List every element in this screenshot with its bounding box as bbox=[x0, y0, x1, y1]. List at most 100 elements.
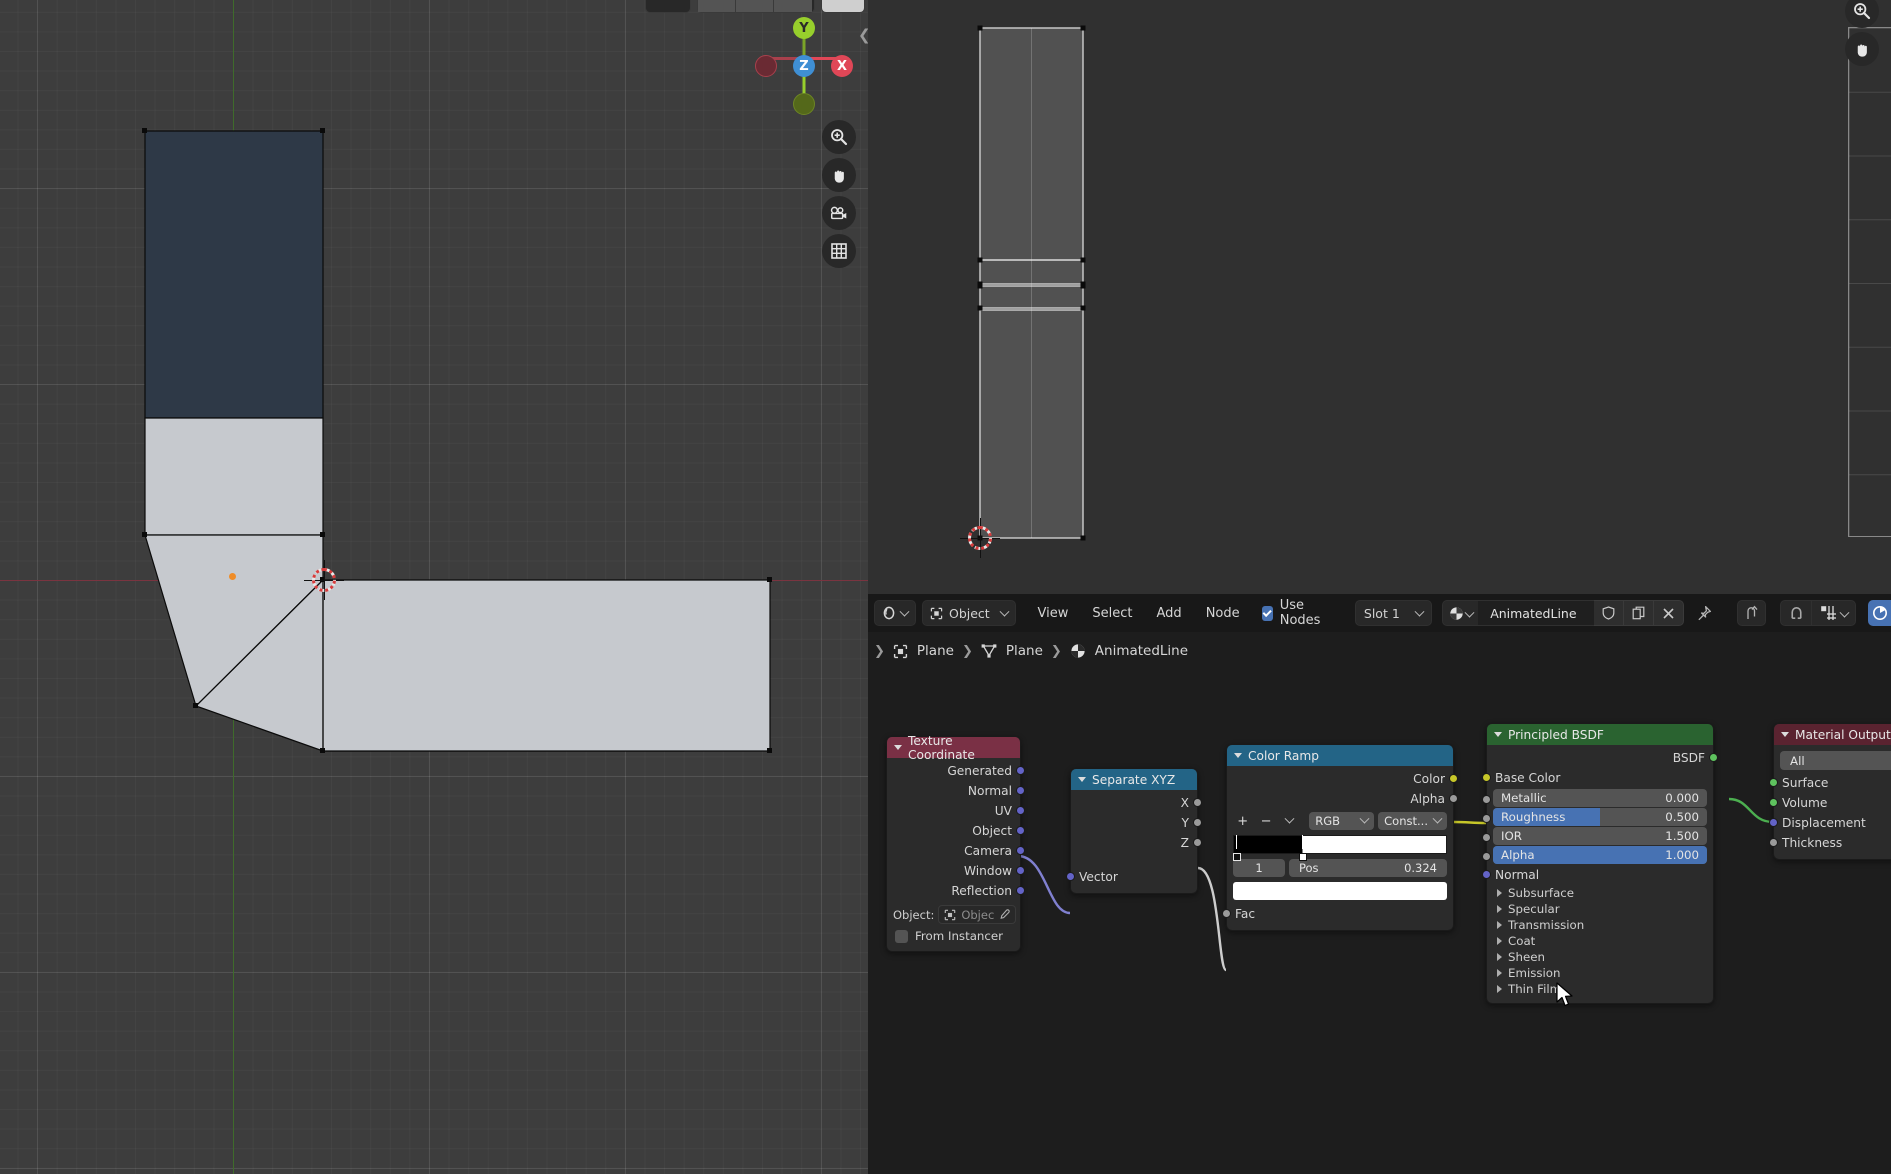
add-stop-button[interactable]: + bbox=[1233, 812, 1252, 830]
panel-subsurface[interactable]: Subsurface bbox=[1487, 885, 1713, 901]
socket-roughness[interactable] bbox=[1482, 814, 1491, 823]
toggle-perspective-ortho-icon[interactable] bbox=[822, 234, 856, 268]
snap-toggle-button[interactable] bbox=[1780, 600, 1813, 626]
node-material-output[interactable]: Material Output All Surface Volume Displ… bbox=[1769, 723, 1891, 860]
socket-z[interactable] bbox=[1193, 838, 1202, 847]
node-header-material-output[interactable]: Material Output bbox=[1774, 724, 1891, 745]
socket-row-base-color[interactable]: Base Color bbox=[1482, 768, 1713, 788]
color-ramp-gradient[interactable] bbox=[1233, 835, 1447, 861]
socket-color[interactable] bbox=[1449, 774, 1458, 783]
collapse-triangle-icon[interactable] bbox=[1234, 753, 1242, 758]
node-header-principled-bsdf[interactable]: Principled BSDF bbox=[1487, 724, 1713, 745]
socket-row-window[interactable]: Window bbox=[887, 861, 1025, 881]
socket-row-uv[interactable]: UV bbox=[887, 801, 1025, 821]
gizmo-axis-negative-y[interactable] bbox=[793, 93, 815, 115]
socket-normal[interactable] bbox=[1016, 786, 1025, 795]
socket-reflection[interactable] bbox=[1016, 886, 1025, 895]
node-texture-coordinate[interactable]: Texture Coordinate Generated Normal UV O… bbox=[886, 734, 1025, 952]
menu-add[interactable]: Add bbox=[1145, 600, 1194, 626]
unlink-material-button[interactable] bbox=[1654, 600, 1685, 626]
breadcrumb-item-material[interactable]: AnimatedLine bbox=[1070, 643, 1188, 659]
zoom-region-icon[interactable] bbox=[822, 120, 856, 154]
socket-x[interactable] bbox=[1193, 798, 1202, 807]
node-graph-canvas[interactable]: Texture Coordinate Generated Normal UV O… bbox=[868, 670, 1891, 1174]
ramp-stop-0[interactable] bbox=[1233, 835, 1241, 861]
breadcrumb-collapse-icon[interactable]: ❯ bbox=[874, 644, 885, 659]
object-picker-field[interactable]: Objec bbox=[938, 905, 1017, 924]
snap-target-button[interactable] bbox=[1812, 600, 1857, 626]
socket-row-object[interactable]: Object bbox=[887, 821, 1025, 841]
menu-select[interactable]: Select bbox=[1080, 600, 1144, 626]
socket-row-generated[interactable]: Generated bbox=[887, 761, 1025, 781]
socket-ior[interactable] bbox=[1482, 833, 1491, 842]
breadcrumb-item-mesh[interactable]: Plane bbox=[981, 643, 1043, 659]
ramp-stop-index[interactable]: 1 bbox=[1233, 859, 1285, 877]
socket-surface[interactable] bbox=[1769, 778, 1778, 787]
socket-camera[interactable] bbox=[1016, 846, 1025, 855]
gizmo-axis-y[interactable]: Y bbox=[793, 17, 815, 39]
socket-row-camera[interactable]: Camera bbox=[887, 841, 1025, 861]
panel-emission[interactable]: Emission bbox=[1487, 965, 1713, 981]
shader-type-selector[interactable]: Object bbox=[922, 600, 1016, 626]
menu-view[interactable]: View bbox=[1026, 600, 1081, 626]
ramp-stop-position[interactable]: Pos 0.324 bbox=[1289, 859, 1447, 877]
shader-editor[interactable]: Object View Select Add Node Use Nodes Sl… bbox=[868, 594, 1891, 1174]
socket-row-reflection[interactable]: Reflection bbox=[887, 881, 1025, 901]
slider-ior[interactable]: IOR 1.500 bbox=[1493, 827, 1707, 845]
socket-row-vector[interactable]: Vector bbox=[1066, 867, 1197, 887]
socket-vector[interactable] bbox=[1066, 872, 1075, 881]
socket-row-volume[interactable]: Volume bbox=[1769, 793, 1891, 813]
socket-window[interactable] bbox=[1016, 866, 1025, 875]
ramp-stop-1[interactable] bbox=[1299, 835, 1307, 861]
socket-volume[interactable] bbox=[1769, 798, 1778, 807]
socket-row-x[interactable]: X bbox=[1071, 793, 1202, 813]
go-to-parent-button[interactable] bbox=[1737, 600, 1767, 626]
from-instancer-checkbox[interactable] bbox=[895, 929, 908, 943]
color-ramp-toolbar[interactable]: + − RGB Const... bbox=[1227, 809, 1453, 832]
socket-alpha[interactable] bbox=[1482, 852, 1491, 861]
material-slot-selector[interactable]: Slot 1 bbox=[1354, 600, 1433, 626]
panel-sheen[interactable]: Sheen bbox=[1487, 949, 1713, 965]
socket-alpha[interactable] bbox=[1449, 794, 1458, 803]
panel-thin-film[interactable]: Thin Film bbox=[1487, 981, 1713, 997]
socket-row-bsdf[interactable]: BSDF bbox=[1487, 748, 1718, 768]
viewport-mode-button[interactable] bbox=[645, 0, 691, 13]
node-header-separate-xyz[interactable]: Separate XYZ bbox=[1071, 769, 1197, 790]
uv-editor[interactable] bbox=[868, 0, 1891, 594]
new-material-button[interactable] bbox=[1624, 600, 1655, 626]
collapse-triangle-icon[interactable] bbox=[1078, 777, 1086, 782]
socket-row-displacement[interactable]: Displacement bbox=[1769, 813, 1891, 833]
menu-node[interactable]: Node bbox=[1194, 600, 1252, 626]
material-browse-button[interactable] bbox=[1442, 600, 1479, 626]
node-separate-xyz[interactable]: Separate XYZ X Y Z Vector bbox=[1066, 768, 1202, 894]
socket-thickness[interactable] bbox=[1769, 838, 1778, 847]
node-header-texture-coordinate[interactable]: Texture Coordinate bbox=[887, 734, 1020, 762]
slider-metallic[interactable]: Metallic 0.000 bbox=[1493, 789, 1707, 807]
material-datablock-group[interactable]: AnimatedLine bbox=[1442, 600, 1685, 626]
move-view-icon[interactable] bbox=[822, 158, 856, 192]
socket-row-y[interactable]: Y bbox=[1071, 813, 1202, 833]
socket-bsdf[interactable] bbox=[1709, 753, 1718, 762]
socket-row-color[interactable]: Color bbox=[1227, 769, 1458, 789]
socket-row-surface[interactable]: Surface bbox=[1769, 773, 1891, 793]
collapse-triangle-icon[interactable] bbox=[894, 745, 902, 750]
socket-base-color[interactable] bbox=[1482, 773, 1491, 782]
socket-row-normal[interactable]: Normal bbox=[887, 781, 1025, 801]
camera-view-icon[interactable] bbox=[822, 196, 856, 230]
socket-object[interactable] bbox=[1016, 826, 1025, 835]
ramp-selected-color-swatch[interactable] bbox=[1233, 882, 1447, 900]
node-principled-bsdf[interactable]: Principled BSDF BSDF Base Color Metallic… bbox=[1482, 723, 1718, 1004]
collapse-triangle-icon[interactable] bbox=[1494, 732, 1502, 737]
vertex-select-icon[interactable] bbox=[698, 0, 736, 12]
socket-generated[interactable] bbox=[1016, 766, 1025, 775]
gizmo-axis-x[interactable]: X bbox=[831, 55, 853, 77]
navigation-gizmo[interactable]: Y X Z bbox=[755, 8, 855, 115]
material-name-field[interactable]: AnimatedLine bbox=[1478, 600, 1595, 626]
pin-button[interactable] bbox=[1692, 600, 1715, 626]
panel-specular[interactable]: Specular bbox=[1487, 901, 1713, 917]
panel-transmission[interactable]: Transmission bbox=[1487, 917, 1713, 933]
socket-row-fac[interactable]: Fac bbox=[1222, 904, 1453, 924]
slider-roughness[interactable]: Roughness 0.500 bbox=[1493, 808, 1707, 826]
socket-row-z[interactable]: Z bbox=[1071, 833, 1202, 853]
color-mode-selector[interactable]: RGB bbox=[1309, 812, 1375, 830]
